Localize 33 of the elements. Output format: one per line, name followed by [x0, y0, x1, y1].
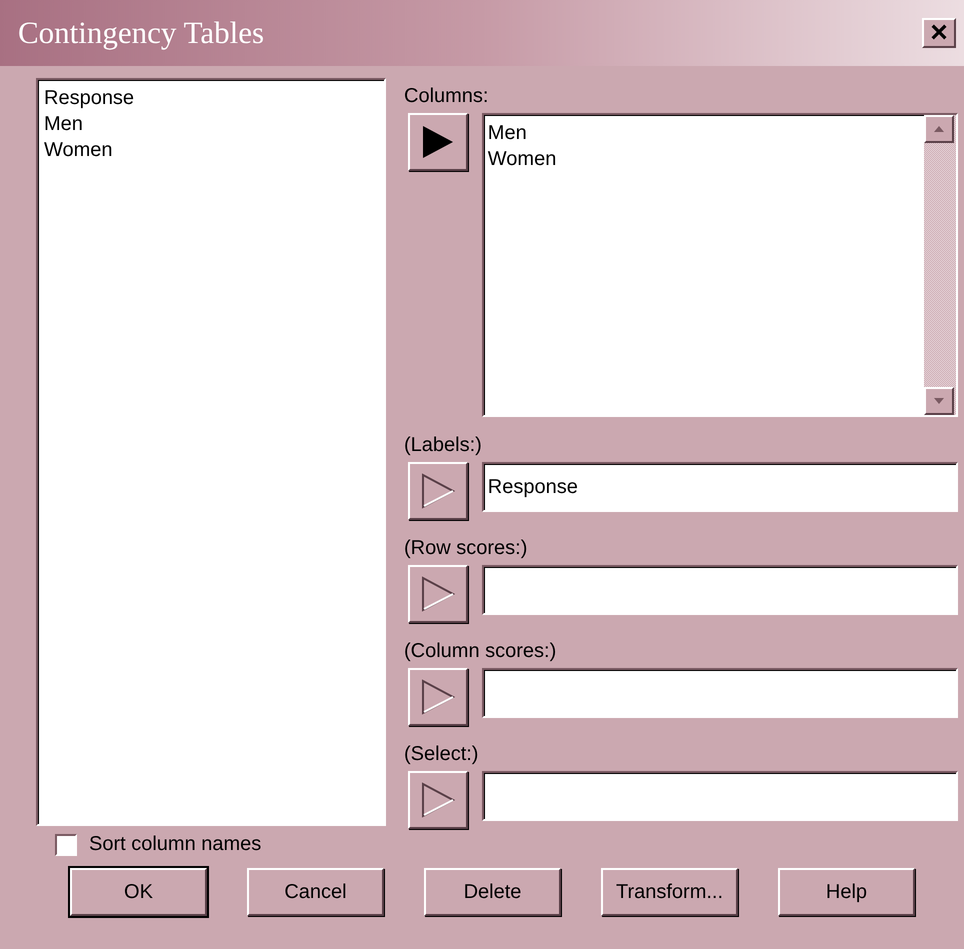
input-field[interactable] [482, 565, 958, 615]
list-item[interactable]: Women [488, 146, 920, 172]
move-arrow-button[interactable] [408, 565, 468, 623]
columns-list[interactable]: Men Women [482, 113, 958, 417]
field-label: (Labels:) [404, 433, 483, 457]
dialog-button[interactable]: Delete [424, 868, 561, 916]
input-field[interactable] [482, 771, 958, 821]
move-arrow-button[interactable] [408, 771, 468, 829]
dialog-button[interactable]: Help [778, 868, 915, 916]
dialog-button[interactable]: Cancel [247, 868, 384, 916]
scrollbar[interactable] [924, 115, 956, 415]
sort-checkbox[interactable] [55, 834, 77, 856]
field-label: (Select:) [404, 742, 480, 766]
window-title: Contingency Tables [18, 15, 264, 51]
checkbox-label: Sort column names [89, 833, 262, 856]
list-item[interactable]: Men [44, 111, 378, 137]
field-label: (Row scores:) [404, 536, 528, 560]
input-field[interactable]: Response [482, 462, 958, 512]
scroll-down-icon[interactable] [924, 387, 954, 415]
dialog-button[interactable]: Transform... [601, 868, 738, 916]
variable-list[interactable]: Response Men Women [36, 78, 386, 826]
scroll-up-icon[interactable] [924, 115, 954, 143]
list-item[interactable]: Response [44, 85, 378, 111]
close-button[interactable]: × [922, 18, 956, 48]
move-arrow-button[interactable] [408, 668, 468, 726]
dialog-button[interactable]: OK [70, 868, 207, 916]
field-label: Columns: [404, 84, 490, 108]
list-item[interactable]: Women [44, 137, 378, 163]
move-arrow-button[interactable] [408, 462, 468, 520]
field-label: (Column scores:) [404, 639, 558, 663]
move-arrow-button[interactable] [408, 113, 468, 171]
list-item[interactable]: Men [488, 120, 920, 146]
input-field[interactable] [482, 668, 958, 718]
